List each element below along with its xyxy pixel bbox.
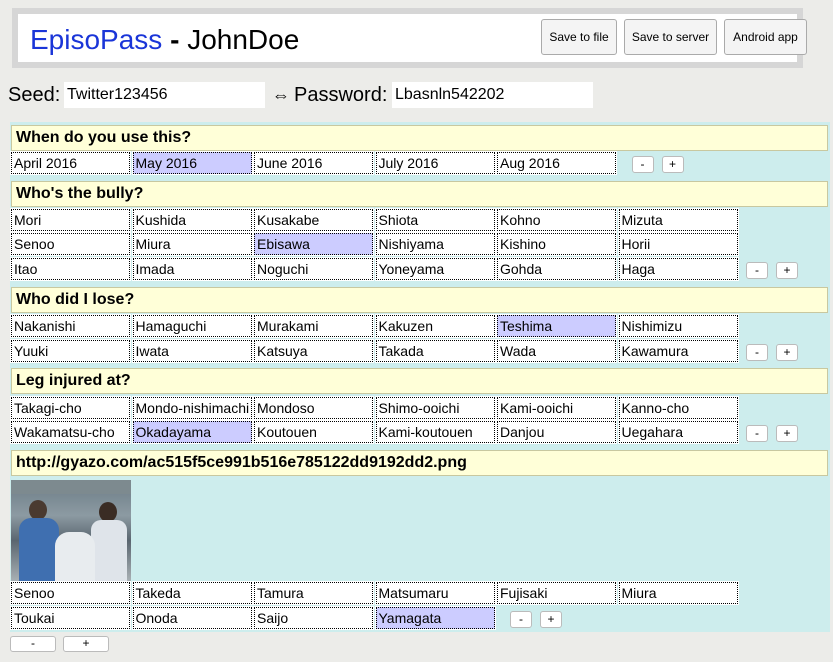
answer-cell[interactable]: Onoda — [131, 606, 253, 630]
answer-cell[interactable]: Takada — [374, 339, 496, 363]
add-answer-row-button[interactable]: + — [540, 611, 562, 628]
title-separator: - — [162, 24, 188, 55]
answer-cell[interactable]: Koutouen — [253, 420, 374, 444]
answer-cell[interactable]: Haga — [617, 257, 739, 281]
answer-cell[interactable]: Ebisawa — [253, 232, 374, 256]
answer-cell[interactable]: Kakuzen — [374, 314, 496, 338]
answer-cell[interactable]: Kanno-cho — [617, 396, 739, 420]
app-name[interactable]: EpisoPass — [30, 24, 162, 55]
question-heading: Leg injured at? — [11, 368, 828, 394]
question-heading: When do you use this? — [11, 125, 828, 151]
answer-cell[interactable]: Fujisaki — [496, 581, 617, 605]
answer-cell[interactable]: Senoo — [10, 581, 131, 605]
answer-cell[interactable]: Okadayama — [131, 420, 253, 444]
answer-cell[interactable]: July 2016 — [374, 151, 496, 175]
page-title: EpisoPass - JohnDoe — [30, 24, 299, 56]
answer-cell[interactable]: Nakanishi — [10, 314, 131, 338]
answer-cell[interactable]: Saijo — [253, 606, 374, 630]
answer-cell[interactable]: Yoneyama — [374, 257, 496, 281]
answer-cell[interactable]: Katsuya — [253, 339, 374, 363]
answer-cell[interactable]: Kishino — [496, 232, 617, 256]
answer-cell[interactable]: Hamaguchi — [131, 314, 253, 338]
answer-cell[interactable]: Takeda — [131, 581, 253, 605]
answer-cell[interactable]: Yamagata — [374, 606, 496, 630]
remove-answer-row-button[interactable]: - — [746, 262, 768, 279]
header-bar: EpisoPass - JohnDoe Save to file Save to… — [12, 8, 807, 68]
question-heading: Who's the bully? — [11, 181, 828, 207]
remove-answer-row-button[interactable]: - — [510, 611, 532, 628]
answer-cell[interactable]: May 2016 — [131, 151, 253, 175]
remove-answer-row-button[interactable]: - — [746, 344, 768, 361]
answer-cell[interactable]: Wada — [496, 339, 617, 363]
answer-cell[interactable]: Nishiyama — [374, 232, 496, 256]
answer-cell[interactable]: Teshima — [496, 314, 617, 338]
password-label: Password: — [294, 84, 388, 106]
password-output[interactable] — [392, 82, 593, 108]
answer-cell[interactable]: Toukai — [10, 606, 131, 630]
add-answer-row-button[interactable]: + — [776, 425, 798, 442]
add-answer-row-button[interactable]: + — [776, 262, 798, 279]
answer-cell[interactable]: Horii — [617, 232, 739, 256]
answer-cell[interactable]: April 2016 — [10, 151, 131, 175]
answer-cell[interactable]: Miura — [131, 232, 253, 256]
answer-cell[interactable]: Noguchi — [253, 257, 374, 281]
answer-cell[interactable]: Danjou — [496, 420, 617, 444]
user-name: JohnDoe — [187, 24, 300, 55]
answer-cell[interactable]: Kushida — [131, 208, 253, 232]
remove-answer-row-button[interactable]: - — [746, 425, 768, 442]
answer-cell[interactable]: June 2016 — [253, 151, 374, 175]
answer-cell[interactable]: Murakami — [253, 314, 374, 338]
questions-panel: When do you use this? April 2016 May 2016 J… — [10, 122, 830, 632]
answer-cell[interactable]: Kami-ooichi — [496, 396, 617, 420]
answer-cell[interactable]: Uegahara — [617, 420, 739, 444]
answer-cell[interactable]: Yuuki — [10, 339, 131, 363]
seed-input[interactable] — [64, 82, 265, 108]
answer-cell[interactable]: Mondoso — [253, 396, 374, 420]
question-image — [11, 480, 131, 581]
answer-cell[interactable]: Kusakabe — [253, 208, 374, 232]
remove-question-button[interactable]: - — [10, 636, 56, 652]
header-panel: EpisoPass - JohnDoe Save to file Save to… — [18, 14, 807, 62]
android-app-button[interactable]: Android app — [724, 19, 807, 55]
save-to-server-button[interactable]: Save to server — [624, 19, 717, 55]
add-question-button[interactable]: + — [63, 636, 109, 652]
save-to-file-button[interactable]: Save to file — [541, 19, 617, 55]
answer-cell[interactable]: Mondo-nishimachi — [131, 396, 253, 420]
add-answer-row-button[interactable]: + — [776, 344, 798, 361]
question-heading: Who did I lose? — [11, 287, 828, 313]
seed-label: Seed: — [8, 84, 61, 106]
answer-cell[interactable]: Aug 2016 — [496, 151, 617, 175]
answer-cell[interactable]: Nishimizu — [617, 314, 739, 338]
answer-cell[interactable]: Shimo-ooichi — [374, 396, 496, 420]
answer-cell[interactable]: Mizuta — [617, 208, 739, 232]
arrow-icon: ⇔ — [272, 85, 290, 105]
answer-cell[interactable]: Senoo — [10, 232, 131, 256]
answer-cell[interactable]: Matsumaru — [374, 581, 496, 605]
question-heading: http://gyazo.com/ac515f5ce991b516e785122… — [11, 450, 828, 476]
answer-cell[interactable]: Gohda — [496, 257, 617, 281]
answer-cell[interactable]: Itao — [10, 257, 131, 281]
answer-cell[interactable]: Takagi-cho — [10, 396, 131, 420]
add-answer-row-button[interactable]: + — [661, 156, 684, 173]
answer-cell[interactable]: Kami-koutouen — [374, 420, 496, 444]
answer-cell[interactable]: Tamura — [253, 581, 374, 605]
answer-cell[interactable]: Mori — [10, 208, 131, 232]
answer-cell[interactable]: Kawamura — [617, 339, 739, 363]
answer-cell[interactable]: Imada — [131, 257, 253, 281]
answer-cell[interactable]: Kohno — [496, 208, 617, 232]
remove-answer-row-button[interactable]: - — [631, 156, 654, 173]
seed-password-row: Seed: ⇔ Password: — [8, 82, 828, 108]
answer-cell[interactable]: Miura — [617, 581, 739, 605]
answer-cell[interactable]: Iwata — [131, 339, 253, 363]
answer-cell[interactable]: Wakamatsu-cho — [10, 420, 131, 444]
answer-cell[interactable]: Shiota — [374, 208, 496, 232]
